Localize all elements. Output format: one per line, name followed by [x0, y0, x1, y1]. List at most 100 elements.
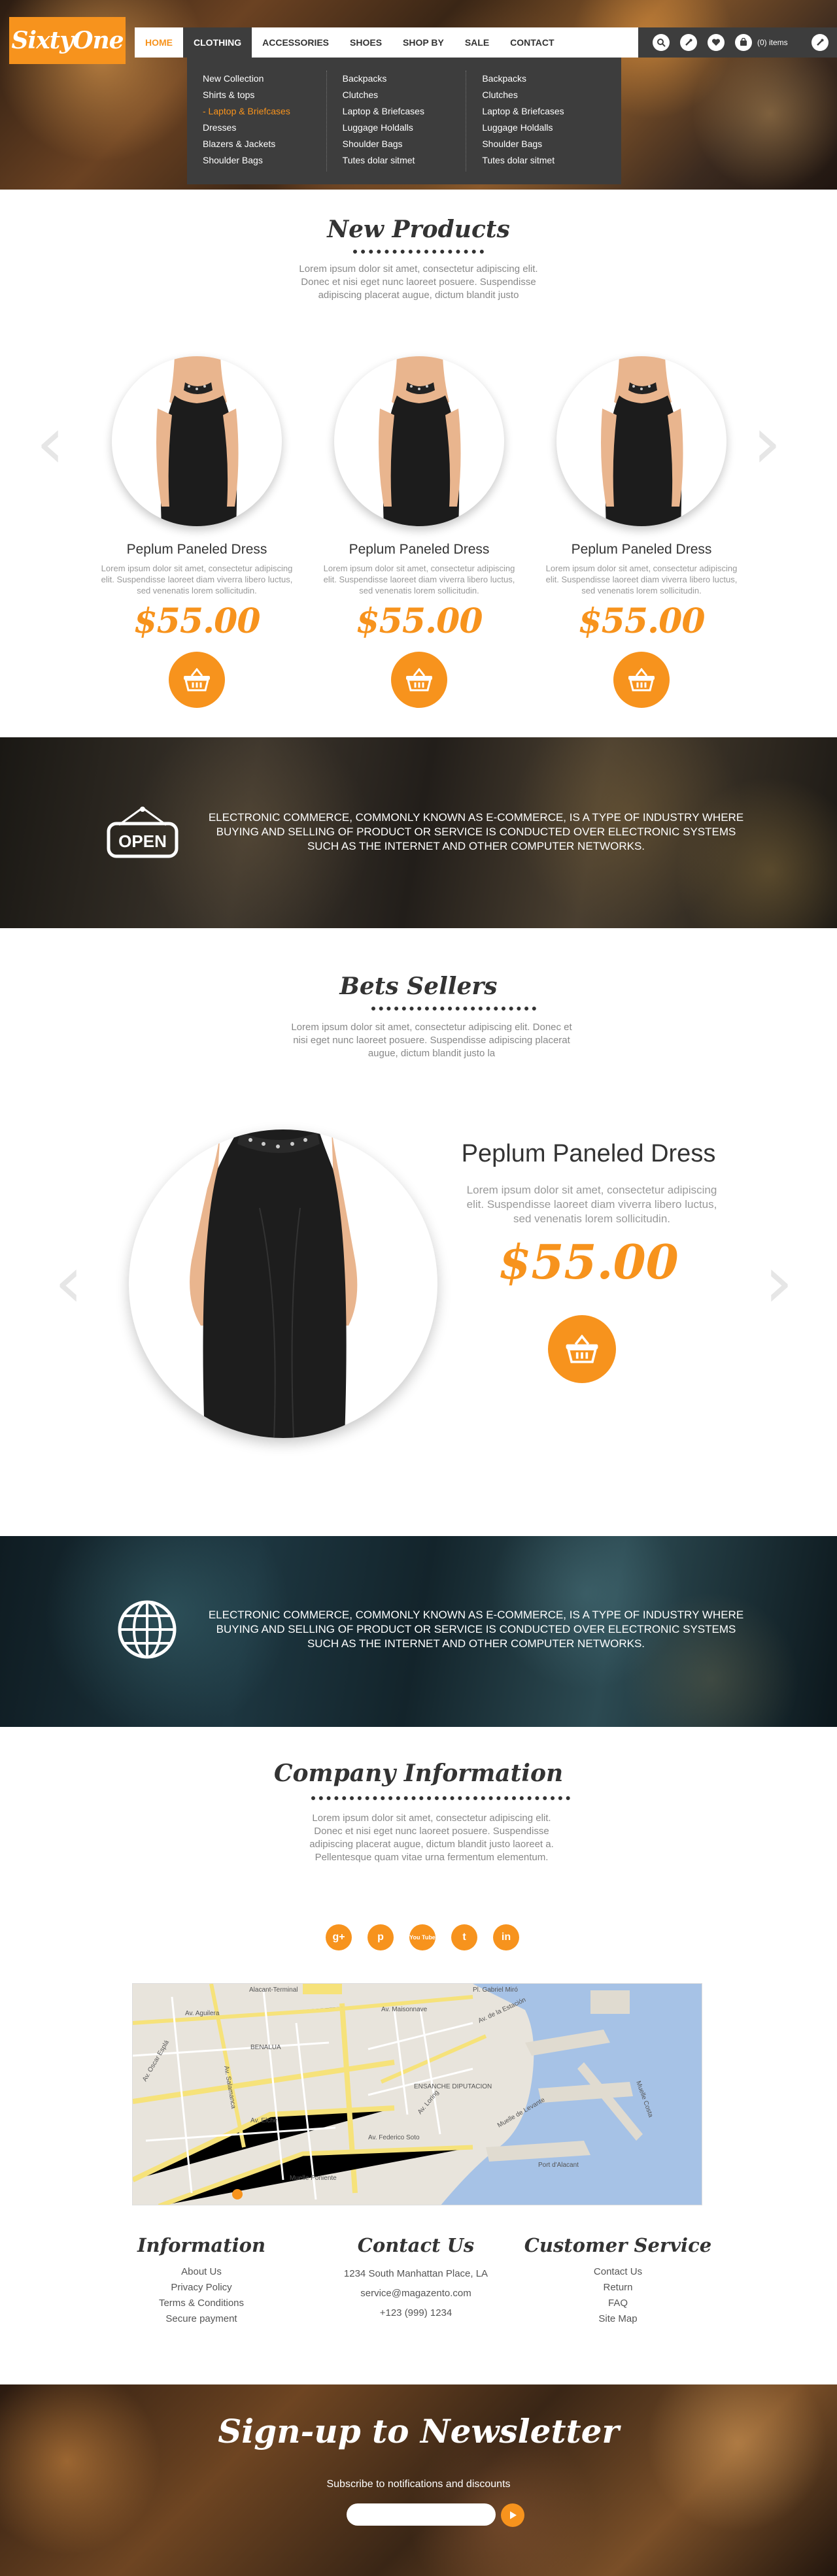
best-seller-image[interactable] — [129, 1129, 437, 1438]
basket-icon — [406, 668, 432, 692]
settings-icon[interactable] — [811, 34, 828, 51]
footer-link[interactable]: FAQ — [523, 2296, 713, 2311]
nav-shoes[interactable]: SHOES — [339, 27, 392, 58]
mega-item[interactable]: Tutes dolar sitmet — [482, 152, 590, 169]
linkedin-icon[interactable]: in — [493, 1924, 519, 1950]
prev-arrow[interactable]: ‹ — [34, 407, 67, 478]
youtube-icon[interactable]: You Tube — [409, 1924, 436, 1950]
nav-accessories[interactable]: ACCESSORIES — [252, 27, 339, 58]
product-image[interactable] — [556, 356, 726, 526]
mega-item[interactable]: Shoulder Bags — [203, 152, 311, 169]
product-name[interactable]: Peplum Paneled Dress — [540, 542, 743, 558]
newsletter-title: Sign-up to Newsletter — [218, 2412, 619, 2451]
mega-item[interactable]: Laptop & Briefcases — [343, 103, 451, 120]
promo-banner: ELECTRONIC COMMERCE, COMMONLY KNOWN AS E… — [0, 1536, 837, 1727]
product-price: $55.00 — [133, 601, 260, 641]
add-to-cart-button[interactable] — [169, 652, 225, 708]
globe-icon — [116, 1599, 178, 1664]
footer-link[interactable]: Terms & Conditions — [116, 2296, 286, 2311]
mega-item[interactable]: Shoulder Bags — [343, 136, 451, 152]
page: SixtyOne HOME CLOTHING ACCESSORIES SHOES… — [0, 0, 837, 2576]
mega-item[interactable]: Tutes dolar sitmet — [343, 152, 451, 169]
mega-item-active[interactable]: - Laptop & Briefcases — [203, 103, 311, 120]
map-label: ENSANCHE DIPUTACION — [414, 2083, 492, 2090]
footer-link[interactable]: Return — [523, 2280, 713, 2296]
contact-phone: +123 (999) 1234 — [379, 2307, 453, 2318]
mega-item[interactable]: Laptop & Briefcases — [482, 103, 590, 120]
mega-item[interactable]: Backpacks — [482, 71, 590, 87]
mega-item[interactable]: Clutches — [343, 87, 451, 103]
title-divider — [311, 1796, 570, 1800]
title-divider — [371, 1007, 536, 1011]
main-nav: HOME CLOTHING ACCESSORIES SHOES SHOP BY … — [135, 27, 638, 58]
next-arrow[interactable]: › — [751, 407, 783, 478]
footer-information: Information About Us Privacy Policy Term… — [116, 2234, 286, 2327]
nav-clothing[interactable]: CLOTHING — [183, 27, 252, 58]
title-divider — [353, 250, 484, 254]
product-image[interactable] — [334, 356, 504, 526]
best-seller-price: $55.00 — [498, 1234, 679, 1290]
company-title: Company Information — [273, 1760, 564, 1787]
product-description: Lorem ipsum dolor sit amet, consectetur … — [545, 563, 738, 595]
mega-item[interactable]: Shoulder Bags — [482, 136, 590, 152]
footer-link[interactable]: Contact Us — [523, 2264, 713, 2280]
map-label: Muelle Poniente — [290, 2175, 337, 2182]
product-image[interactable] — [112, 356, 282, 526]
add-to-cart-button[interactable] — [613, 652, 670, 708]
mega-item[interactable]: Blazers & Jackets — [203, 136, 311, 152]
mega-column: New Collection Shirts & tops - Laptop & … — [203, 71, 327, 171]
add-to-cart-button[interactable] — [391, 652, 447, 708]
basket-icon — [184, 668, 210, 692]
mega-item[interactable]: Luggage Holdalls — [482, 120, 590, 136]
add-to-cart-button[interactable] — [548, 1315, 616, 1383]
best-seller-description: Lorem ipsum dolor sit amet, consectetur … — [466, 1184, 717, 1225]
mega-item[interactable]: Clutches — [482, 87, 590, 103]
nav-contact[interactable]: CONTACT — [500, 27, 564, 58]
footer-link[interactable]: Site Map — [523, 2311, 713, 2327]
contact-email[interactable]: service@magazento.com — [331, 2284, 501, 2303]
cart-icon[interactable] — [735, 34, 752, 51]
social-links: g+ p You Tube t in — [326, 1924, 519, 1950]
product-price: $55.00 — [356, 601, 483, 641]
search-icon[interactable] — [653, 34, 670, 51]
location-map[interactable]: Alacant-Terminal Av. Aguilera Av. Oscar … — [132, 1983, 702, 2205]
footer-link[interactable]: About Us — [116, 2264, 286, 2280]
product-name[interactable]: Peplum Paneled Dress — [95, 542, 298, 558]
google-plus-icon[interactable]: g+ — [326, 1924, 352, 1950]
product-name[interactable]: Peplum Paneled Dress — [318, 542, 521, 558]
prev-arrow[interactable]: ‹ — [52, 1246, 85, 1318]
mega-item[interactable]: New Collection — [203, 71, 311, 87]
footer-contact-title: Contact Us — [357, 2234, 475, 2256]
footer-contact: Contact Us 1234 South Manhattan Place, L… — [331, 2234, 501, 2323]
hero-background: SixtyOne HOME CLOTHING ACCESSORIES SHOES… — [0, 0, 837, 190]
newsletter-submit-button[interactable] — [501, 2503, 524, 2527]
mega-item[interactable]: Dresses — [203, 120, 311, 136]
pinterest-icon[interactable]: p — [367, 1924, 394, 1950]
footer-link[interactable]: Privacy Policy — [116, 2280, 286, 2296]
basket-icon — [566, 1335, 598, 1363]
wrench-icon[interactable] — [680, 34, 697, 51]
heart-icon[interactable] — [708, 34, 725, 51]
product-card: Peplum Paneled Dress Lorem ipsum dolor s… — [540, 356, 743, 708]
new-products-intro: Lorem ipsum dolor sit amet, consectetur … — [299, 263, 538, 301]
footer-link[interactable]: Secure payment — [116, 2311, 286, 2327]
newsletter-section: Sign-up to Newsletter Subscribe to notif… — [0, 2384, 837, 2576]
logo[interactable]: SixtyOne — [9, 17, 126, 64]
mega-item[interactable]: Shirts & tops — [203, 87, 311, 103]
nav-shop-by[interactable]: SHOP BY — [392, 27, 454, 58]
mega-item[interactable]: Luggage Holdalls — [343, 120, 451, 136]
product-price: $55.00 — [578, 601, 705, 641]
tumblr-icon[interactable]: t — [451, 1924, 477, 1950]
footer-service-title: Customer Service — [524, 2234, 712, 2256]
open-sign-icon: OPEN — [105, 805, 180, 863]
best-seller-name[interactable]: Peplum Paneled Dress — [405, 1140, 772, 1168]
mega-item[interactable]: Backpacks — [343, 71, 451, 87]
product-card: Peplum Paneled Dress Lorem ipsum dolor s… — [318, 356, 521, 708]
newsletter-email-input[interactable] — [347, 2503, 496, 2526]
map-label: Port d'Alacant — [538, 2162, 579, 2169]
nav-sale[interactable]: SALE — [454, 27, 500, 58]
nav-home[interactable]: HOME — [135, 27, 183, 58]
map-label: Av. Maisonnave — [381, 2006, 428, 2013]
footer-customer-service: Customer Service Contact Us Return FAQ S… — [523, 2234, 713, 2327]
cart-count[interactable]: (0) items — [757, 38, 788, 47]
